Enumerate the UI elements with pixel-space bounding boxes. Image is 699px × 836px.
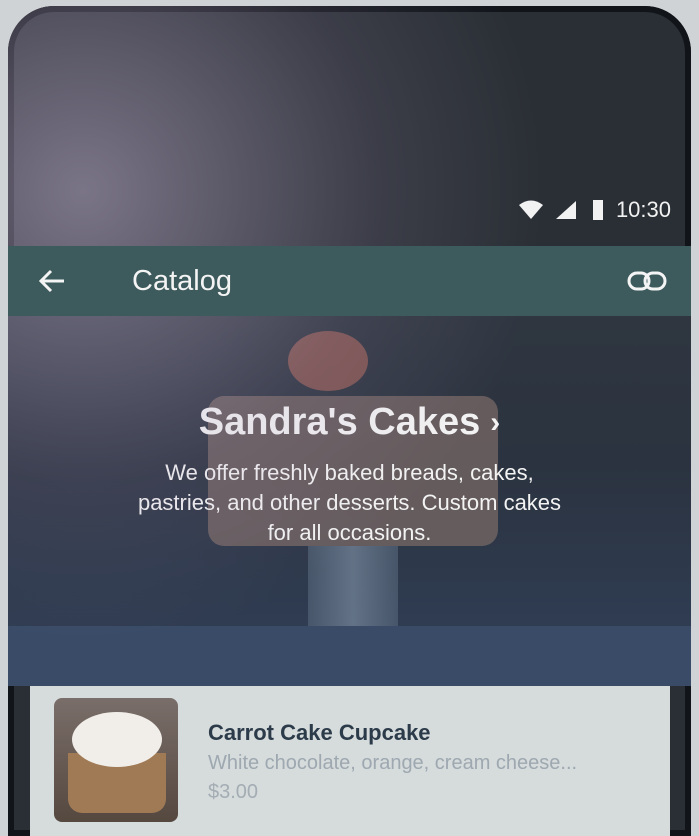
catalog-hero: Sandra's Cakes › We offer freshly baked … (8, 316, 691, 686)
product-thumbnail (54, 698, 178, 822)
back-arrow-icon[interactable] (32, 261, 72, 301)
shop-description: We offer freshly baked breads, cakes, pa… (137, 460, 562, 545)
status-bar: 10:30 (8, 186, 691, 234)
shop-name: Sandra's Cakes (198, 401, 481, 443)
battery-icon (592, 200, 603, 220)
product-info: Carrot Cake Cupcake White chocolate, ora… (208, 698, 577, 824)
product-description: White chocolate, orange, cream cheese... (208, 752, 578, 774)
app-bar: Catalog (8, 246, 691, 316)
shop-name-link[interactable]: Sandra's Cakes › (199, 401, 501, 444)
phone-screen: 10:30 Catalog Sandra's Cakes › We offer … (8, 6, 691, 836)
wifi-icon (518, 200, 543, 219)
cupcake-frosting (72, 712, 162, 767)
chevron-right-icon: › (490, 405, 501, 439)
page-title: Catalog (132, 264, 232, 297)
status-time: 10:30 (615, 197, 671, 222)
hero-cloth (8, 626, 691, 686)
product-list-item[interactable]: Carrot Cake Cupcake White chocolate, ora… (30, 686, 670, 836)
signal-icon (555, 201, 576, 219)
product-price: $3.00 (208, 781, 259, 803)
product-name: Carrot Cake Cupcake (208, 720, 431, 745)
hero-text: Sandra's Cakes › We offer freshly baked … (8, 401, 691, 548)
hero-fig-decoration (288, 331, 368, 391)
link-icon[interactable] (627, 261, 667, 301)
